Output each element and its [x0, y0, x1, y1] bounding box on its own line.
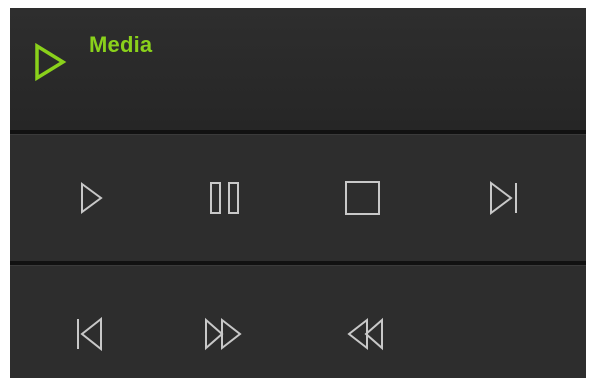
stop-button[interactable]: [338, 173, 388, 223]
rewind-icon: [347, 317, 383, 351]
rewind-button[interactable]: [340, 309, 390, 359]
skip-previous-icon: [77, 316, 102, 352]
play-button[interactable]: [66, 173, 116, 223]
pause-button[interactable]: [200, 173, 250, 223]
header-title: Media: [89, 32, 153, 57]
controls-row-2: [10, 266, 586, 378]
fast-forward-button[interactable]: [200, 309, 250, 359]
fast-forward-icon: [205, 317, 242, 351]
controls-row-1: [10, 135, 586, 261]
media-panel: Media: [10, 8, 586, 378]
skip-previous-button[interactable]: [65, 309, 115, 359]
pause-icon: [210, 182, 239, 214]
stop-icon: [345, 181, 380, 215]
skip-next-button[interactable]: [479, 173, 529, 223]
media-header: Media: [10, 8, 586, 130]
skip-next-icon: [490, 181, 517, 215]
play-icon: [33, 42, 67, 82]
play-icon: [81, 182, 103, 214]
